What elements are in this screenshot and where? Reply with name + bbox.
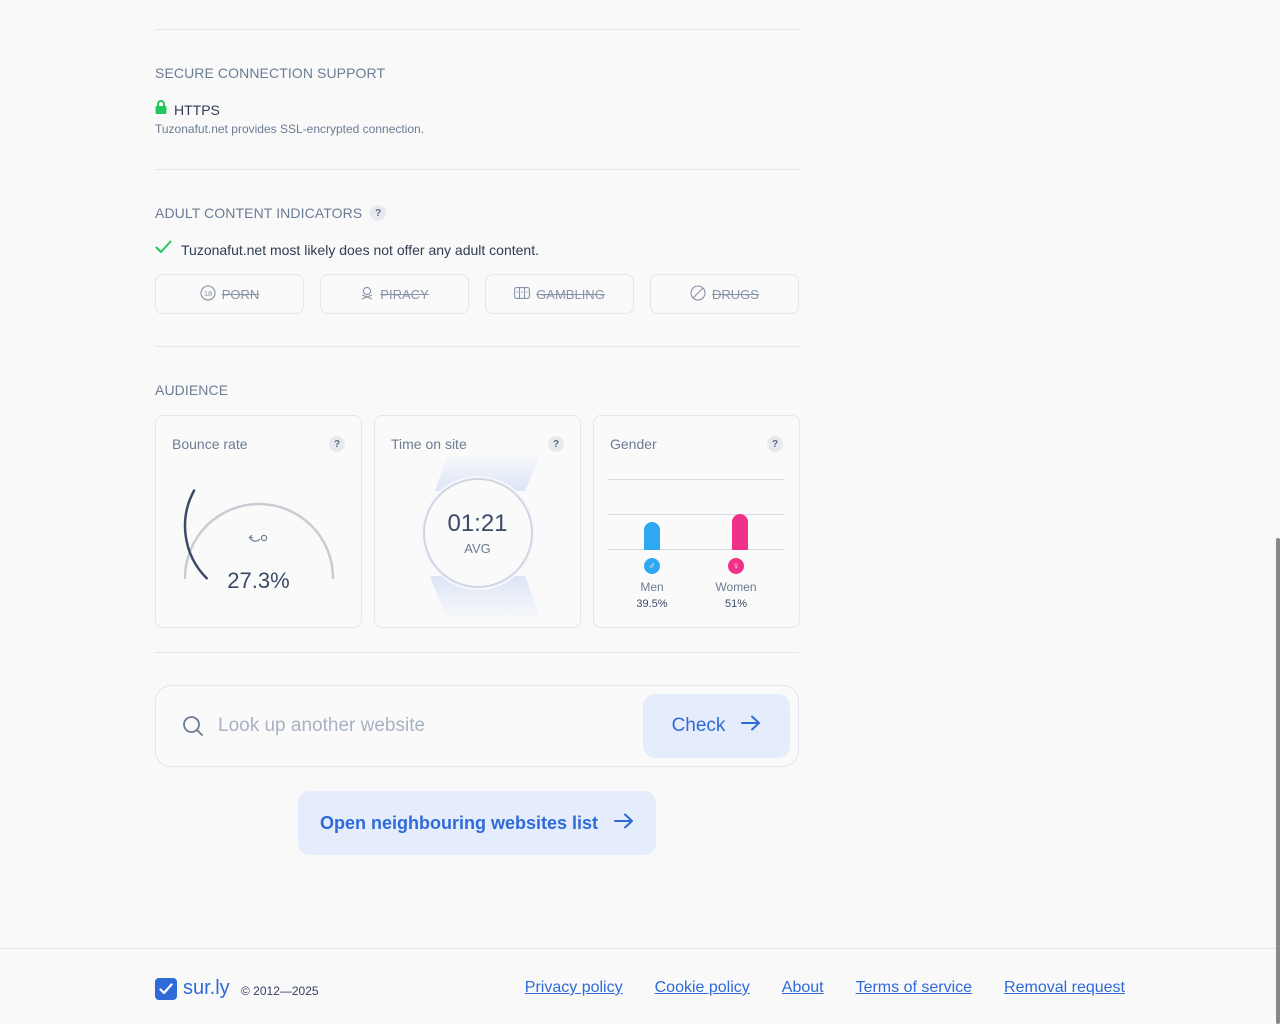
divider <box>155 29 799 30</box>
removal-request-link[interactable]: Removal request <box>1004 979 1125 997</box>
terms-of-service-link[interactable]: Terms of service <box>856 979 972 997</box>
lock-icon <box>155 100 167 119</box>
gender-gridline <box>608 479 784 480</box>
about-link[interactable]: About <box>782 979 824 997</box>
help-icon[interactable]: ? <box>767 436 783 452</box>
check-button[interactable]: Check <box>643 694 790 758</box>
secure-section-title: SECURE CONNECTION SUPPORT <box>155 65 385 81</box>
time-on-site-avg: AVG <box>464 541 491 556</box>
audience-title-text: AUDIENCE <box>155 382 229 398</box>
website-search-input[interactable] <box>218 710 618 742</box>
time-on-site-card: Time on site ? 01:21 AVG <box>374 415 581 628</box>
privacy-policy-link[interactable]: Privacy policy <box>525 979 623 997</box>
gender-bar-women <box>732 514 748 550</box>
indicator-label: DRUGS <box>712 286 759 302</box>
secure-title-text: SECURE CONNECTION SUPPORT <box>155 65 386 81</box>
gender-label: Gender <box>610 436 657 452</box>
indicator-piracy: PIRACY <box>320 274 469 314</box>
adult-section-title: ADULT CONTENT INDICATORS ? <box>155 205 387 221</box>
open-neighbouring-websites-button[interactable]: Open neighbouring websites list <box>298 791 656 855</box>
adult-indicators: 18 PORN PIRACY GAMBLING DRUGS <box>155 274 799 314</box>
footer-links: Privacy policy Cookie policy About Terms… <box>525 979 1125 997</box>
surly-logo[interactable]: sur.ly <box>155 977 230 1000</box>
bounce-rate-card: Bounce rate ? 27.3% <box>155 415 362 628</box>
https-row: HTTPS <box>155 100 220 119</box>
18-icon: 18 <box>200 284 216 304</box>
logo-text: sur.ly <box>183 977 230 999</box>
check-icon <box>155 240 172 259</box>
gender-women-label: Women <box>715 580 757 594</box>
adult-verdict-text: Tuzonafut.net most likely does not offer… <box>181 241 539 258</box>
skull-icon <box>360 286 374 303</box>
gender-men-value: 39.5% <box>636 598 668 610</box>
search-icon <box>182 715 204 742</box>
adult-verdict-row: Tuzonafut.net most likely does not offer… <box>155 240 539 259</box>
no-drugs-icon <box>690 284 706 304</box>
https-description: Tuzonafut.net provides SSL-encrypted con… <box>155 122 425 136</box>
indicator-drugs: DRUGS <box>650 274 799 314</box>
website-search-box: Check <box>155 685 799 767</box>
gender-gridline <box>608 514 784 515</box>
male-icon: ♂ <box>644 558 660 574</box>
gender-men-label: Men <box>640 580 664 594</box>
bounce-icon <box>248 534 268 542</box>
cookie-policy-link[interactable]: Cookie policy <box>655 979 750 997</box>
divider <box>155 652 799 653</box>
indicator-porn: 18 PORN <box>155 274 304 314</box>
audience-section-title: AUDIENCE <box>155 382 228 398</box>
arrow-right-icon <box>741 715 761 737</box>
slot-machine-icon <box>514 286 531 302</box>
check-button-label: Check <box>671 715 726 736</box>
divider <box>155 346 799 347</box>
gender-women-value: 51% <box>724 598 748 610</box>
adult-title-text: ADULT CONTENT INDICATORS <box>155 205 363 221</box>
neighbours-button-label: Open neighbouring websites list <box>319 812 599 833</box>
gender-card: Gender ? ♂ ♀ Men Women 39.5% 51% <box>593 415 800 628</box>
bounce-gauge-fill <box>183 489 208 580</box>
indicator-label: PORN <box>221 286 260 302</box>
indicator-label: PIRACY <box>380 286 429 302</box>
https-label: HTTPS <box>174 101 220 118</box>
help-icon[interactable]: ? <box>370 205 387 221</box>
indicator-label: GAMBLING <box>536 286 605 302</box>
bounce-gauge <box>183 489 335 580</box>
svg-text:18: 18 <box>204 288 212 297</box>
gender-gridline <box>608 549 784 550</box>
copyright: © 2012—2025 <box>241 984 319 998</box>
page-scrollbar[interactable] <box>1276 538 1280 1024</box>
divider <box>155 169 799 170</box>
logo-check-icon <box>155 977 177 1000</box>
indicator-gambling: GAMBLING <box>485 274 634 314</box>
arrow-right-icon <box>614 813 634 834</box>
bounce-rate-value: 27.3% <box>227 568 290 593</box>
footer-divider <box>0 948 1276 949</box>
gender-bar-men <box>644 522 660 550</box>
female-icon: ♀ <box>728 558 744 574</box>
audience-cards: Bounce rate ? 27.3% Time on site ? 01:21… <box>155 415 800 628</box>
time-on-site-value: 01:21 <box>447 510 508 537</box>
